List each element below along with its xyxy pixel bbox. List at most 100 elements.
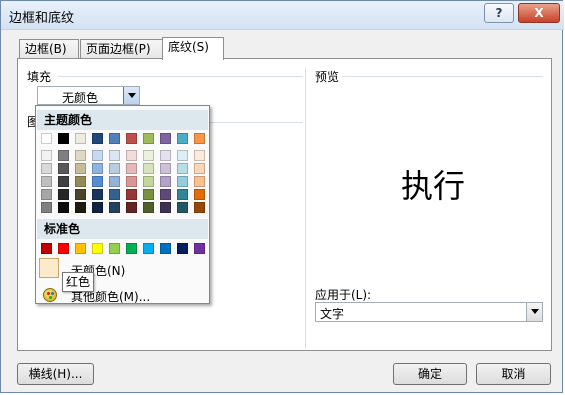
fill-color-value: 无颜色: [62, 91, 99, 105]
theme-color-swatch[interactable]: [75, 133, 86, 144]
theme-color-swatch[interactable]: [109, 150, 120, 161]
theme-color-swatch[interactable]: [177, 189, 188, 200]
theme-color-swatch[interactable]: [143, 189, 154, 200]
theme-color-swatch[interactable]: [143, 163, 154, 174]
theme-color-swatch[interactable]: [160, 133, 171, 144]
theme-color-swatch[interactable]: [109, 189, 120, 200]
panel-separator: [305, 68, 306, 348]
theme-color-swatch[interactable]: [194, 176, 205, 187]
theme-color-swatch[interactable]: [92, 176, 103, 187]
theme-color-swatch[interactable]: [109, 133, 120, 144]
theme-color-swatch[interactable]: [160, 189, 171, 200]
theme-color-swatch[interactable]: [143, 202, 154, 213]
theme-color-swatch[interactable]: [58, 163, 69, 174]
theme-color-swatch[interactable]: [194, 202, 205, 213]
theme-color-swatch[interactable]: [126, 202, 137, 213]
theme-color-swatch[interactable]: [109, 202, 120, 213]
palette-icon: [43, 288, 57, 302]
theme-color-swatch[interactable]: [92, 150, 103, 161]
standard-color-swatch[interactable]: [41, 243, 52, 254]
standard-colors-header: 标准色: [37, 219, 208, 239]
theme-color-swatch[interactable]: [194, 163, 205, 174]
title-bar: 边框和底纹 ? X: [1, 1, 564, 30]
preview-section-label: 预览: [315, 70, 340, 84]
theme-color-swatch[interactable]: [194, 189, 205, 200]
horizontal-line-button[interactable]: 横线(H)...: [17, 363, 94, 385]
theme-color-swatch[interactable]: [41, 202, 52, 213]
theme-color-swatch[interactable]: [143, 133, 154, 144]
apply-to-value: 文字: [320, 307, 345, 321]
color-tooltip: 红色: [62, 272, 94, 292]
standard-color-swatch[interactable]: [143, 243, 154, 254]
standard-color-swatch[interactable]: [160, 243, 171, 254]
standard-color-swatch[interactable]: [109, 243, 120, 254]
theme-color-swatch[interactable]: [177, 150, 188, 161]
standard-color-swatch[interactable]: [194, 243, 205, 254]
theme-color-swatch[interactable]: [41, 189, 52, 200]
fill-color-dropdown[interactable]: 无颜色: [37, 86, 140, 105]
theme-color-swatch[interactable]: [109, 163, 120, 174]
standard-color-swatch[interactable]: [126, 243, 137, 254]
cancel-button[interactable]: 取消: [476, 363, 551, 385]
theme-color-swatch[interactable]: [177, 176, 188, 187]
theme-color-swatch[interactable]: [92, 189, 103, 200]
no-color-swatch[interactable]: [39, 258, 59, 278]
theme-color-swatch[interactable]: [92, 202, 103, 213]
preview-sample-text: 执行: [401, 167, 466, 205]
help-button[interactable]: ?: [484, 3, 514, 23]
ok-button[interactable]: 确定: [393, 363, 467, 385]
theme-color-swatch[interactable]: [41, 150, 52, 161]
theme-color-swatch[interactable]: [75, 163, 86, 174]
theme-color-swatch[interactable]: [126, 189, 137, 200]
dialog-title: 边框和底纹: [9, 11, 75, 26]
theme-color-swatch[interactable]: [143, 150, 154, 161]
theme-color-swatch[interactable]: [160, 176, 171, 187]
theme-color-swatch[interactable]: [41, 176, 52, 187]
theme-color-swatch[interactable]: [58, 133, 69, 144]
standard-color-swatch[interactable]: [75, 243, 86, 254]
apply-to-label: 应用于(L):: [315, 288, 372, 302]
theme-color-swatch[interactable]: [75, 176, 86, 187]
tab-page-borders[interactable]: 页面边框(P): [80, 39, 170, 59]
theme-color-swatch[interactable]: [92, 133, 103, 144]
tab-borders[interactable]: 边框(B): [19, 39, 79, 59]
close-button[interactable]: X: [518, 3, 560, 23]
theme-color-swatch[interactable]: [41, 163, 52, 174]
standard-color-swatch[interactable]: [177, 243, 188, 254]
standard-color-swatch[interactable]: [58, 243, 69, 254]
theme-color-swatch[interactable]: [177, 163, 188, 174]
preview-divider: [343, 76, 543, 77]
theme-color-swatch[interactable]: [194, 133, 205, 144]
dialog-window: 边框和底纹 ? X 边框(B) 页面边框(P) 底纹(S) 填充 无颜色 图 预…: [0, 0, 564, 393]
theme-color-swatch[interactable]: [194, 150, 205, 161]
theme-color-swatch[interactable]: [160, 202, 171, 213]
theme-color-swatch[interactable]: [75, 189, 86, 200]
theme-color-swatch[interactable]: [126, 163, 137, 174]
color-picker-popup: 主题颜色 标准色 无颜色(N) 其他颜色(M)... 红色: [35, 105, 210, 304]
theme-color-swatch[interactable]: [143, 176, 154, 187]
theme-color-swatch[interactable]: [177, 133, 188, 144]
theme-color-swatch[interactable]: [75, 150, 86, 161]
theme-color-swatch[interactable]: [58, 189, 69, 200]
theme-color-swatch[interactable]: [160, 163, 171, 174]
theme-color-swatch[interactable]: [58, 176, 69, 187]
theme-color-swatch[interactable]: [109, 176, 120, 187]
theme-color-swatch[interactable]: [126, 133, 137, 144]
theme-colors-header: 主题颜色: [37, 110, 208, 130]
chevron-down-icon[interactable]: [526, 303, 542, 321]
theme-color-swatch[interactable]: [41, 133, 52, 144]
fill-section-label: 填充: [27, 70, 52, 84]
theme-color-swatch[interactable]: [92, 163, 103, 174]
standard-color-swatch[interactable]: [92, 243, 103, 254]
theme-color-swatch[interactable]: [160, 150, 171, 161]
theme-color-swatch[interactable]: [126, 150, 137, 161]
apply-to-dropdown[interactable]: 文字: [315, 302, 543, 322]
theme-color-swatch[interactable]: [126, 176, 137, 187]
theme-color-swatch[interactable]: [58, 202, 69, 213]
theme-color-swatch[interactable]: [177, 202, 188, 213]
tab-shading[interactable]: 底纹(S): [162, 37, 224, 60]
fill-divider: [58, 76, 303, 77]
theme-color-swatch[interactable]: [58, 150, 69, 161]
theme-color-swatch[interactable]: [75, 202, 86, 213]
chevron-down-icon[interactable]: [123, 87, 139, 104]
